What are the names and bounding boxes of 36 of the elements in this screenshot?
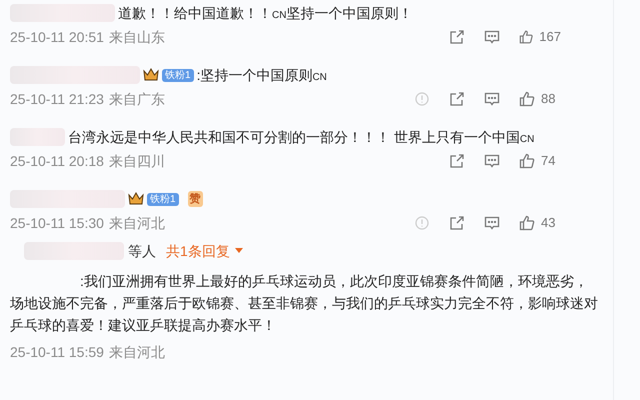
comment-location: 来自广东 [108, 90, 165, 108]
like-count: 74 [541, 152, 556, 170]
like-count: 88 [541, 90, 556, 108]
share-icon[interactable] [449, 91, 465, 107]
comment-location: 来自河北 [108, 214, 165, 232]
comment-text: 台湾永远是中华人民共和国不可分割的一部分！！！ 世界上只有一个中国CN [68, 128, 534, 146]
comment-icon[interactable] [484, 91, 500, 107]
like-count: 167 [539, 28, 561, 46]
share-icon[interactable] [449, 29, 465, 45]
comment-text: :坚持一个中国原则CN [196, 66, 327, 84]
comment-time: 25-10-11 20:51 [10, 28, 104, 46]
comment-icon[interactable] [484, 153, 500, 169]
share-icon[interactable] [449, 215, 465, 231]
fan-badge: 铁粉1 [162, 68, 194, 82]
caret-icon [234, 248, 243, 254]
comment-location: 来自河北 [108, 343, 165, 362]
comment-location: 来自山东 [108, 28, 165, 46]
comment-icon[interactable] [484, 29, 500, 45]
like-count: 43 [541, 214, 556, 232]
comment-text: 道歉！！给中国道歉！！CN坚持一个中国原则！ [118, 4, 412, 22]
fan-badge: 铁粉1 [147, 192, 179, 206]
thumbs-up-icon[interactable] [519, 29, 534, 45]
comment-icon[interactable] [484, 215, 500, 231]
thumbs-up-icon[interactable] [519, 153, 535, 169]
comment-text: :我们亚洲拥有世界上最好的乒乓球运动员，此次印度亚锦赛条件简陋，环境恶劣，场地设施不完备，严重落后于欧锦赛、甚至非锦赛，与我们的乒乓球实力完全不符，影响球迷对乒乓球的喜爱！建议亚乒联提高办赛水平！ [10, 272, 599, 335]
share-icon[interactable] [449, 153, 465, 169]
thumbs-up-icon[interactable] [519, 215, 535, 231]
reply-users: 等人 [128, 242, 156, 260]
comment-location: 来自四川 [108, 152, 165, 170]
emoji-icon: 赞 [188, 191, 203, 207]
comment-time: 25-10-11 20:18 [10, 152, 104, 170]
comment-time: 25-10-11 21:23 [10, 90, 104, 108]
comment-time: 25-10-11 15:30 [10, 214, 104, 232]
thumbs-up-icon[interactable] [519, 91, 535, 107]
reply-count-link[interactable]: 共1条回复 [166, 240, 243, 262]
comment-time: 25-10-11 15:59 [10, 343, 104, 362]
